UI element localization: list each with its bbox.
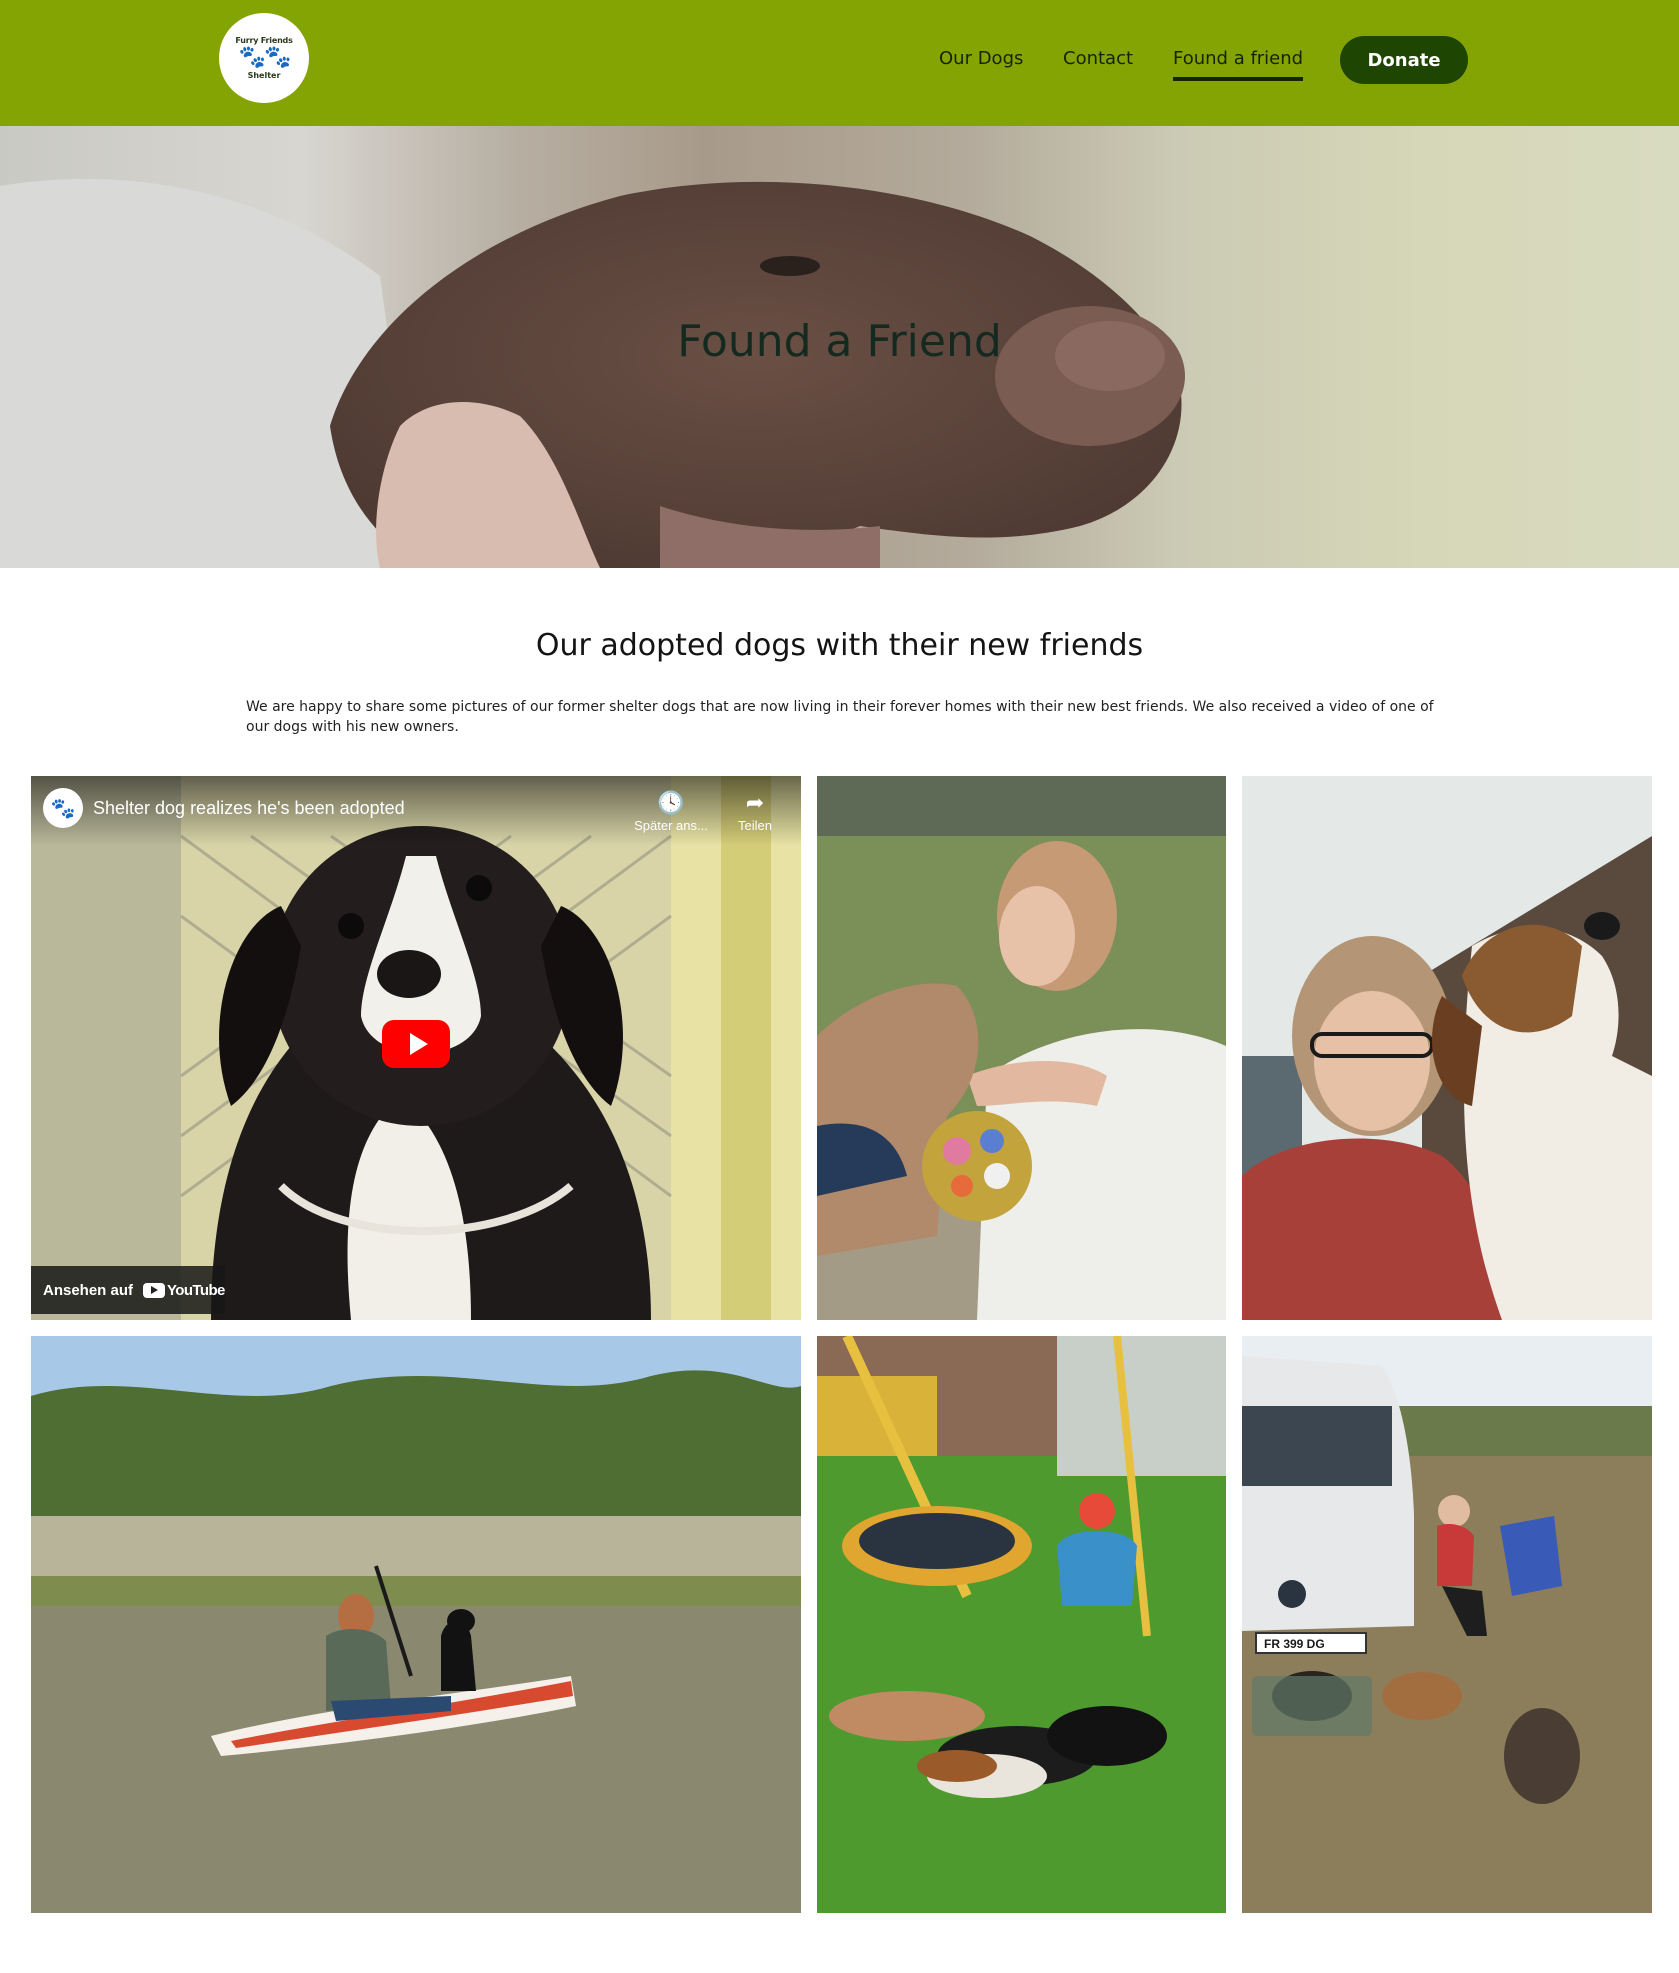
nav-our-dogs[interactable]: Our Dogs — [939, 48, 1023, 69]
youtube-logo-icon: YouTube — [143, 1282, 225, 1299]
play-icon[interactable] — [382, 1020, 450, 1068]
logo-top-text: Furry Friends — [235, 36, 293, 45]
share-button[interactable]: ➦ Teilen — [715, 788, 795, 833]
clock-icon: 🕓 — [657, 790, 685, 815]
share-arrow-icon: ➦ — [745, 790, 765, 815]
share-label: Teilen — [738, 818, 772, 833]
youtube-logo-text: YouTube — [167, 1281, 225, 1299]
license-plate-text: FR 399 DG — [1264, 1637, 1325, 1651]
hero-banner: Found a Friend — [0, 126, 1679, 568]
watch-later-button[interactable]: 🕓 Später ans... — [631, 788, 711, 833]
nav-contact[interactable]: Contact — [1063, 48, 1133, 69]
photo-van-camping-with-dogs: FR 399 DG — [1242, 1336, 1652, 1913]
video-title[interactable]: Shelter dog realizes he's been adopted — [93, 798, 405, 819]
paw-avatar-icon[interactable]: 🐾 — [43, 788, 83, 828]
site-header: Furry Friends 🐾🐾 Shelter Our Dogs Contac… — [0, 0, 1679, 126]
watch-on-youtube-button[interactable]: Ansehen auf YouTube — [31, 1266, 225, 1314]
watch-on-label: Ansehen auf — [43, 1281, 134, 1299]
hero-title: Found a Friend — [677, 316, 1002, 367]
nav-found-a-friend[interactable]: Found a friend — [1173, 48, 1304, 81]
watch-later-label: Später ans... — [634, 818, 708, 833]
youtube-video-embed[interactable]: 🐾 Shelter dog realizes he's been adopted… — [31, 776, 801, 1320]
photo-woman-with-beagle — [1242, 776, 1652, 1320]
section-heading: Our adopted dogs with their new friends — [535, 628, 1144, 663]
photo-child-swing-with-dogs — [817, 1336, 1226, 1913]
photo-man-paddleboard-with-dog — [31, 1336, 801, 1913]
intro-paragraph: We are happy to share some pictures of o… — [246, 699, 1434, 735]
logo-bottom-text: Shelter — [247, 71, 281, 80]
donate-button[interactable]: Donate — [1340, 36, 1468, 84]
photo-bride-with-dog — [817, 776, 1226, 1320]
paw-prints-icon: 🐾🐾 — [238, 45, 292, 70]
logo[interactable]: Furry Friends 🐾🐾 Shelter — [219, 13, 309, 103]
